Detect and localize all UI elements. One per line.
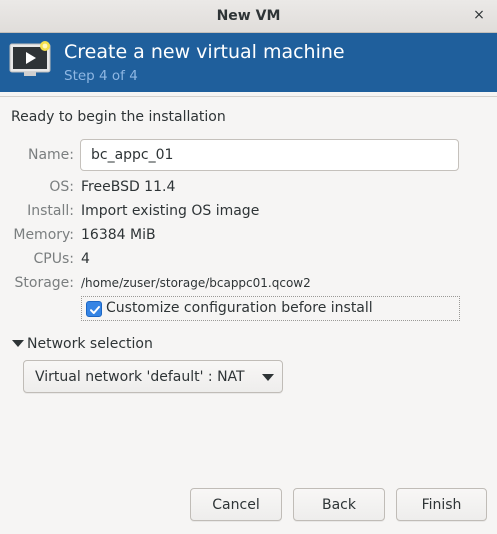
customize-checkbox-row[interactable]: Customize configuration before install (81, 296, 460, 321)
os-value: FreeBSD 11.4 (81, 179, 176, 195)
finish-button[interactable]: Finish (396, 488, 487, 521)
name-label: Name: (27, 147, 74, 163)
chevron-down-icon (262, 374, 274, 381)
cpus-label: CPUs: (33, 251, 74, 267)
memory-label: Memory: (13, 227, 74, 243)
network-expander-label[interactable]: Network selection (27, 336, 153, 352)
monitor-play-icon (9, 41, 51, 76)
back-button[interactable]: Back (293, 488, 385, 521)
ready-text: Ready to begin the installation (11, 109, 226, 125)
storage-label: Storage: (14, 275, 75, 291)
close-icon[interactable]: × (469, 5, 489, 25)
step-indicator: Step 4 of 4 (64, 68, 138, 84)
divider (0, 96, 497, 97)
title-bar: New VM × (0, 0, 497, 33)
checkmark-icon (90, 306, 100, 314)
install-label: Install: (27, 203, 74, 219)
os-label: OS: (49, 179, 74, 195)
customize-label[interactable]: Customize configuration before install (106, 300, 373, 316)
memory-value: 16384 MiB (81, 227, 156, 243)
window-title: New VM (216, 8, 281, 24)
network-select-value: Virtual network 'default' : NAT (35, 369, 245, 385)
cancel-button[interactable]: Cancel (190, 488, 282, 521)
wizard-heading: Create a new virtual machine (64, 41, 345, 63)
cpus-value: 4 (81, 251, 90, 267)
storage-value: /home/zuser/storage/bcappc01.qcow2 (81, 276, 311, 290)
customize-checkbox[interactable] (86, 301, 102, 317)
name-field[interactable] (80, 139, 459, 171)
network-select[interactable]: Virtual network 'default' : NAT (23, 360, 283, 393)
install-value: Import existing OS image (81, 203, 260, 219)
wizard-header: Create a new virtual machine Step 4 of 4 (0, 33, 497, 92)
expand-down-icon (12, 340, 24, 347)
